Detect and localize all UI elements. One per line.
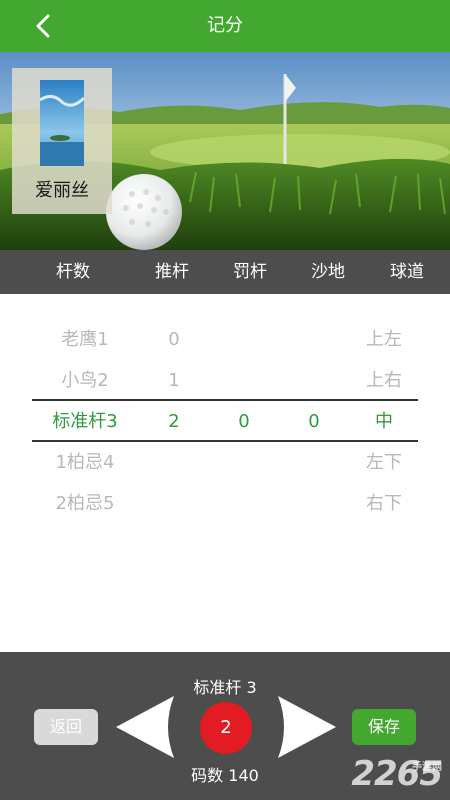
column-sand: 沙地: [311, 262, 345, 282]
player-name: 爱丽丝: [35, 180, 89, 201]
column-putts: 推杆: [155, 262, 189, 282]
app-header: 记分: [0, 0, 450, 52]
row-putts: 2: [168, 411, 180, 432]
score-column-header: 杆数 推杆 罚杆 沙地 球道: [0, 250, 450, 294]
row-putts: 0: [168, 329, 180, 350]
site-watermark-logo: 2265 手游网: [351, 754, 443, 794]
watermark-suffix: 手游网: [412, 762, 442, 773]
score-row[interactable]: 1柏忌4 左下: [0, 443, 450, 483]
selection-top-divider: [32, 399, 418, 401]
row-stroke-name: 老鹰1: [61, 329, 109, 350]
column-fairway: 球道: [390, 262, 424, 282]
back-button[interactable]: 返回: [34, 709, 98, 745]
hole-number-badge[interactable]: 2: [200, 702, 252, 754]
score-row[interactable]: 2柏忌5 右下: [0, 484, 450, 524]
row-stroke-name: 小鸟2: [61, 370, 109, 391]
row-fairway: 左下: [366, 452, 402, 473]
row-fairway: 中: [375, 411, 393, 432]
next-hole-arrow-icon[interactable]: [274, 694, 340, 764]
player-card[interactable]: 爱丽丝: [12, 68, 112, 214]
column-strokes: 杆数: [56, 262, 90, 282]
score-row[interactable]: 小鸟2 1 上右: [0, 361, 450, 401]
golf-banner: 爱丽丝: [0, 52, 450, 250]
score-row[interactable]: 老鹰1 0 上左: [0, 320, 450, 360]
row-fairway: 右下: [366, 493, 402, 514]
avatar: [40, 80, 84, 166]
row-fairway: 上左: [366, 329, 402, 350]
row-stroke-name: 1柏忌4: [55, 452, 115, 473]
row-putts: 1: [168, 370, 180, 391]
page-title: 记分: [207, 15, 243, 36]
bottom-control-bar: 标准杆 3 返回 2 保存 码数 140 2265 手游网: [0, 652, 450, 800]
row-sand: 0: [308, 411, 320, 432]
yardage-label: 码数 140: [191, 766, 259, 785]
save-button[interactable]: 保存: [352, 709, 416, 745]
row-stroke-name: 标准杆3: [52, 411, 118, 432]
score-row-selected[interactable]: 标准杆3 2 0 0 中: [0, 402, 450, 442]
row-stroke-name: 2柏忌5: [55, 493, 115, 514]
previous-hole-arrow-icon[interactable]: [112, 694, 178, 764]
row-penalty: 0: [238, 411, 250, 432]
row-fairway: 上右: [366, 370, 402, 391]
selection-bottom-divider: [32, 440, 418, 442]
column-penalty: 罚杆: [233, 262, 267, 282]
